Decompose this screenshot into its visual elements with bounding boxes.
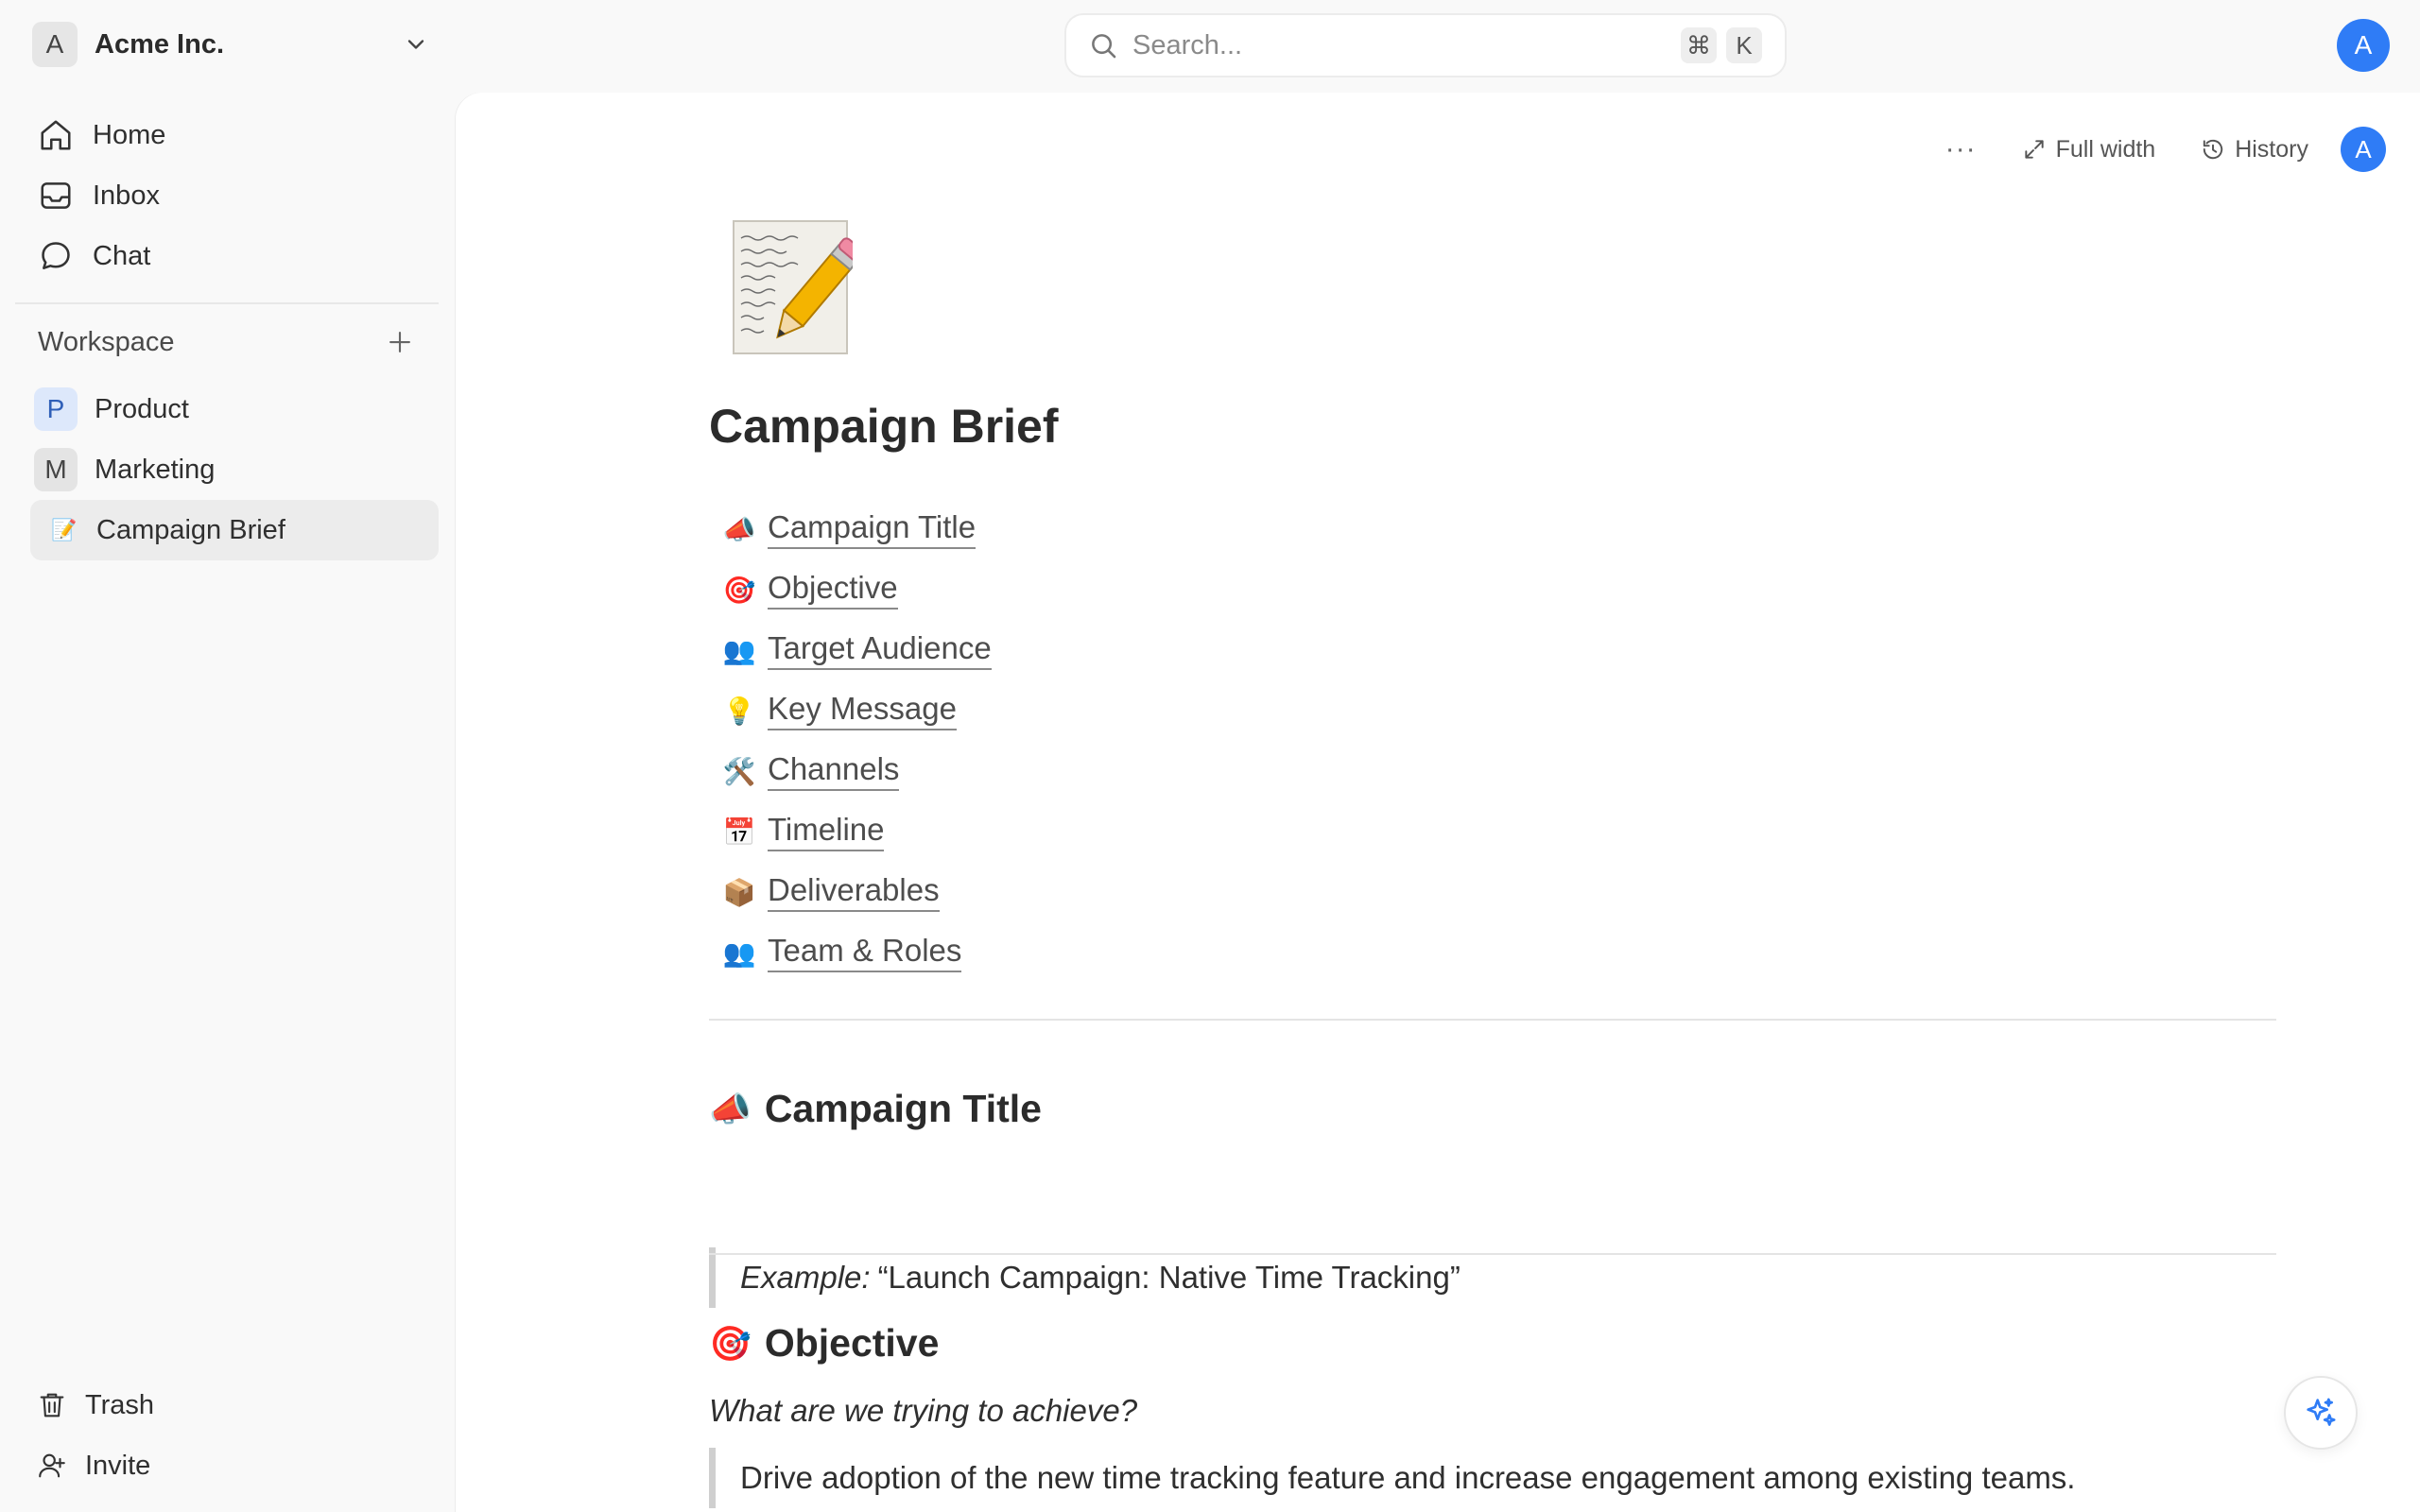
divider — [709, 1253, 2276, 1255]
search-input[interactable] — [1132, 29, 1681, 61]
collaborator-avatar[interactable]: A — [2341, 127, 2386, 172]
memo-icon[interactable] — [732, 219, 853, 355]
lightbulb-icon: 💡 — [722, 696, 756, 726]
toc-link-label: Channels — [768, 751, 900, 791]
toc-link[interactable]: 📣 Campaign Title — [722, 499, 992, 559]
expand-icon — [2024, 140, 2044, 159]
main-panel: ··· Full width History A Campaign Brief … — [456, 93, 2420, 1512]
megaphone-icon: 📣 — [722, 514, 756, 544]
page-item-label: Product — [95, 393, 189, 424]
toc-link-label: Timeline — [768, 812, 885, 851]
workspace-section-header: Workspace — [38, 321, 416, 363]
toc-link-label: Deliverables — [768, 872, 940, 912]
nav-chat-label: Chat — [93, 240, 151, 271]
home-icon — [41, 120, 71, 150]
section-heading-campaign-title[interactable]: 📣 Campaign Title — [709, 1087, 1042, 1131]
user-avatar[interactable]: A — [2337, 19, 2390, 72]
toc-link[interactable]: 📦 Deliverables — [722, 862, 992, 922]
section-heading-text: Objective — [764, 1321, 940, 1365]
toc-link-label: Campaign Title — [768, 509, 977, 549]
section-heading-objective[interactable]: 🎯 Objective — [709, 1321, 939, 1366]
invite-icon — [39, 1453, 65, 1478]
page-item-marketing[interactable]: M Marketing — [30, 439, 439, 500]
divider — [709, 1019, 2276, 1021]
full-width-label: Full width — [2055, 135, 2156, 163]
chat-icon — [42, 242, 70, 269]
nav-inbox[interactable]: Inbox — [30, 169, 437, 222]
nav-chat[interactable]: Chat — [30, 230, 437, 283]
calendar-icon: 📅 — [722, 816, 756, 847]
nav-home-label: Home — [93, 119, 166, 150]
toc-link-label: Key Message — [768, 691, 957, 730]
people-icon: 👥 — [722, 635, 756, 665]
page-badge: P — [34, 387, 78, 431]
megaphone-icon: 📣 — [709, 1089, 752, 1128]
history-icon — [2204, 139, 2223, 160]
toc-link-label: Target Audience — [768, 630, 992, 670]
page-item-label: Marketing — [95, 454, 216, 485]
toc-link-label: Objective — [768, 570, 898, 610]
search-bar[interactable]: ⌘ K — [1064, 13, 1787, 77]
target-icon: 🎯 — [722, 575, 756, 605]
page-item-product[interactable]: P Product — [30, 379, 439, 439]
page-item-label: Campaign Brief — [96, 514, 285, 545]
shortcut-letter-key: K — [1726, 27, 1762, 63]
toc-link[interactable]: 👥 Target Audience — [722, 620, 992, 680]
people-icon: 👥 — [722, 937, 756, 968]
invite-button[interactable]: Invite — [30, 1439, 427, 1492]
add-page-icon[interactable] — [384, 326, 416, 358]
invite-label: Invite — [85, 1450, 151, 1481]
search-icon — [1092, 34, 1116, 59]
toc-link[interactable]: 📅 Timeline — [722, 801, 992, 862]
more-options-button[interactable]: ··· — [1945, 133, 1977, 165]
workspace-avatar: A — [32, 22, 78, 67]
nav-inbox-label: Inbox — [93, 180, 160, 211]
package-icon: 📦 — [722, 877, 756, 907]
chevron-down-icon[interactable] — [403, 31, 429, 58]
sparkles-icon — [2307, 1398, 2336, 1426]
inbox-icon — [41, 182, 71, 209]
history-button[interactable]: History — [2201, 136, 2308, 163]
page-item-campaign-brief[interactable]: 📝 Campaign Brief — [30, 500, 439, 560]
toc-link[interactable]: 🎯 Objective — [722, 559, 992, 620]
toc-link[interactable]: 💡 Key Message — [722, 680, 992, 741]
history-label: History — [2235, 135, 2308, 163]
example-text: “Launch Campaign: Native Time Tracking” — [877, 1260, 1461, 1295]
toc-link[interactable]: 👥 Team & Roles — [722, 922, 992, 983]
toc-link-label: Team & Roles — [768, 933, 962, 972]
section-heading-text: Campaign Title — [764, 1087, 1042, 1130]
target-icon: 🎯 — [709, 1323, 752, 1363]
tools-icon: 🛠️ — [722, 756, 756, 786]
objective-prompt[interactable]: What are we trying to achieve? — [709, 1393, 1137, 1429]
workspace-section-label: Workspace — [38, 326, 175, 357]
nav-home[interactable]: Home — [30, 109, 437, 162]
objective-quote[interactable]: Drive adoption of the new time tracking … — [709, 1448, 2075, 1508]
toc-link[interactable]: 🛠️ Channels — [722, 741, 992, 801]
workspace-switcher[interactable]: A Acme Inc. — [32, 21, 429, 68]
sidebar-divider — [15, 302, 439, 304]
full-width-button[interactable]: Full width — [2022, 135, 2156, 163]
memo-icon: 📝 — [51, 518, 78, 541]
document-toolbar: ··· Full width History A — [1945, 127, 2386, 172]
document-title[interactable]: Campaign Brief — [709, 399, 1059, 454]
trash-icon — [40, 1393, 64, 1418]
shortcut-modifier-key: ⌘ — [1681, 27, 1717, 63]
example-quote[interactable]: Example: “Launch Campaign: Native Time T… — [709, 1247, 1461, 1308]
sidebar: A Acme Inc. Home Inbox Chat Workspace P … — [0, 0, 454, 1512]
example-label: Example: — [740, 1260, 871, 1295]
workspace-name: Acme Inc. — [95, 28, 224, 60]
trash-label: Trash — [85, 1389, 155, 1420]
page-badge: M — [34, 448, 78, 491]
trash-button[interactable]: Trash — [30, 1379, 427, 1432]
table-of-contents: 📣 Campaign Title 🎯 Objective 👥 Target Audie… — [722, 499, 992, 983]
objective-quote-text: Drive adoption of the new time tracking … — [740, 1460, 2076, 1495]
ai-assistant-button[interactable] — [2284, 1376, 2358, 1450]
